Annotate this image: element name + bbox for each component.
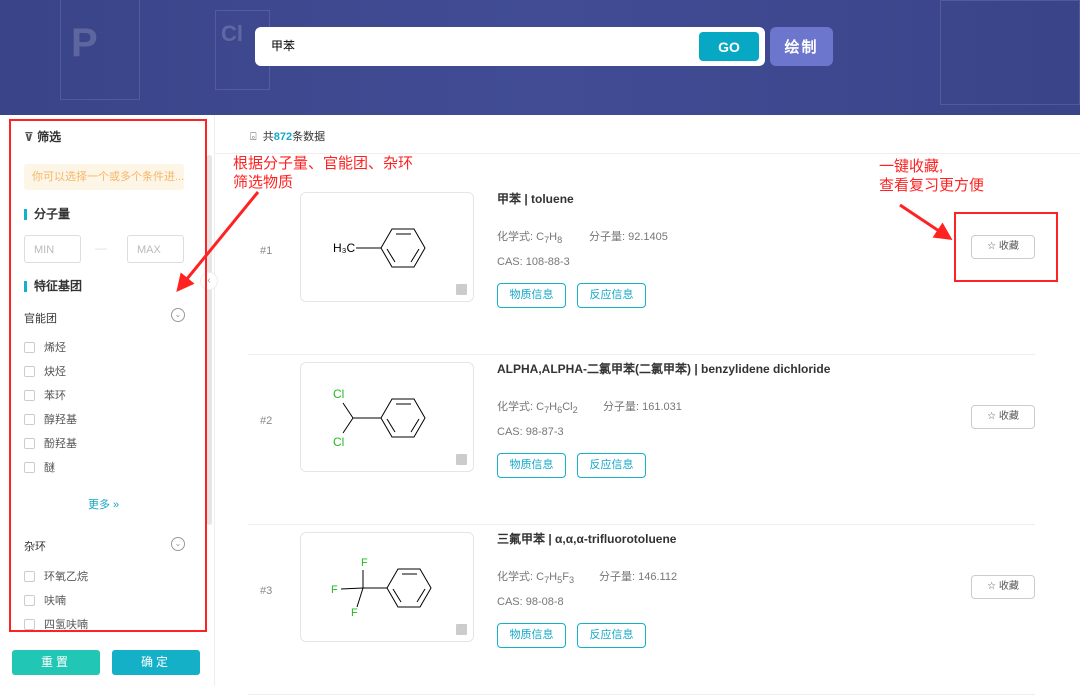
compound-name[interactable]: ALPHA,ALPHA-二氯甲苯(二氯甲苯) | benzylidene dic… [497, 360, 830, 377]
formula-value: C7H8 [536, 231, 563, 246]
formula-value: C7H6Cl2 [536, 401, 578, 416]
result-index: #1 [260, 245, 273, 257]
mw-value: 161.031 [642, 401, 682, 413]
mw-label: 分子量: [589, 231, 629, 243]
molecular-weight: 分子量: 161.031 [603, 398, 682, 414]
star-icon: ☆ [987, 581, 997, 592]
svg-text:Cl: Cl [333, 387, 344, 401]
mw-value: 146.112 [638, 571, 678, 583]
formula: 化学式: C7H6Cl2 [497, 398, 578, 415]
scan-icon: ⌻ [250, 131, 257, 143]
reaction-info-button[interactable]: 反应信息 [577, 623, 646, 648]
annotation-left: 根据分子量、官能团、杂环 筛选物质 [233, 154, 413, 192]
mw-label: 分子量: [599, 571, 639, 583]
search-input[interactable] [271, 38, 671, 52]
draw-structure-button[interactable]: 绘制 [770, 27, 833, 66]
sidebar-scrollbar[interactable] [207, 155, 212, 525]
cas-value: 108-88-3 [525, 256, 570, 268]
periodic-element-decoration: P [60, 0, 140, 100]
go-button[interactable]: GO [699, 32, 759, 61]
annotation-line: 筛选物质 [233, 174, 294, 191]
annotation-line: 根据分子量、官能团、杂环 [233, 155, 414, 172]
structure-image[interactable]: F F F [300, 532, 474, 642]
annotation-line: 一键收藏, [879, 158, 944, 175]
expand-icon[interactable] [456, 284, 467, 295]
molecule-structure: Cl Cl [333, 387, 426, 449]
substance-info-button[interactable]: 物质信息 [497, 283, 566, 308]
count-suffix: 条数据 [292, 131, 326, 143]
molecular-weight: 分子量: 92.1405 [589, 228, 668, 244]
molecule-structure: F F F [331, 557, 432, 619]
svg-text:F: F [351, 607, 358, 619]
reaction-info-button[interactable]: 反应信息 [577, 453, 646, 478]
confirm-button[interactable]: 确定 [112, 650, 200, 675]
svg-text:F: F [331, 584, 338, 596]
structure-image[interactable]: H₃C [300, 192, 474, 302]
molecular-weight: 分子量: 146.112 [599, 568, 677, 584]
cas-label: CAS: [497, 596, 526, 608]
cas-value: 98-08-8 [525, 596, 564, 608]
formula-label: 化学式: [497, 231, 537, 243]
result-count: ⌻ 共872条数据 [250, 128, 325, 144]
reset-button[interactable]: 重置 [12, 650, 100, 675]
favorite-button[interactable]: ☆ 收藏 [971, 575, 1035, 599]
result-row: #2 Cl Cl ALPHA,ALPHA-二氯甲苯(二氯甲苯) | benzyli… [248, 355, 1035, 525]
annotation-right: 一键收藏, 查看复习更方便 [879, 157, 984, 195]
substance-info-button[interactable]: 物质信息 [497, 453, 566, 478]
search-bar: GO [255, 27, 765, 66]
count-prefix: 共 [262, 131, 274, 143]
structure-image[interactable]: Cl Cl [300, 362, 474, 472]
header-banner: P Cl GO 绘制 [0, 0, 1080, 115]
annotation-line: 查看复习更方便 [879, 177, 985, 194]
reaction-info-button[interactable]: 反应信息 [577, 283, 646, 308]
cas: CAS: 98-87-3 [497, 426, 564, 438]
cas: CAS: 98-08-8 [497, 596, 564, 608]
molecule-decoration [940, 0, 1080, 105]
compound-name[interactable]: 三氟甲苯 | α,α,α-trifluorotoluene [497, 530, 676, 547]
cas-value: 98-87-3 [525, 426, 564, 438]
svg-text:F: F [361, 557, 368, 569]
formula: 化学式: C7H5F3 [497, 568, 574, 585]
expand-icon[interactable] [456, 454, 467, 465]
svg-text:H₃C: H₃C [333, 241, 356, 255]
cas-label: CAS: [497, 256, 526, 268]
substance-info-button[interactable]: 物质信息 [497, 623, 566, 648]
annotation-box-sidebar [9, 119, 207, 632]
molecule-structure: H₃C [333, 228, 426, 268]
favorite-label: 收藏 [998, 581, 1019, 592]
cas-label: CAS: [497, 426, 526, 438]
result-index: #3 [260, 585, 273, 597]
formula: 化学式: C7H8 [497, 228, 562, 245]
compound-name[interactable]: 甲苯 | toluene [497, 190, 574, 207]
favorite-label: 收藏 [998, 411, 1019, 422]
svg-text:Cl: Cl [333, 435, 344, 449]
star-icon: ☆ [987, 411, 997, 422]
cas: CAS: 108-88-3 [497, 256, 570, 268]
annotation-box-favorite [954, 212, 1058, 282]
favorite-button[interactable]: ☆ 收藏 [971, 405, 1035, 429]
formula-value: C7H5F3 [536, 571, 575, 586]
result-row: #1 H₃C 甲苯 | toluene 化学式: C7H8 分子量: 92.14… [248, 185, 1035, 355]
count-number: 872 [273, 131, 293, 143]
result-index: #2 [260, 415, 273, 427]
formula-label: 化学式: [497, 401, 537, 413]
mw-value: 92.1405 [628, 231, 668, 243]
expand-icon[interactable] [456, 624, 467, 635]
formula-label: 化学式: [497, 571, 537, 583]
result-row: #3 F F F 三氟甲苯 | α,α,α-trifluorotoluene 化学式… [248, 525, 1035, 695]
mw-label: 分子量: [603, 401, 643, 413]
